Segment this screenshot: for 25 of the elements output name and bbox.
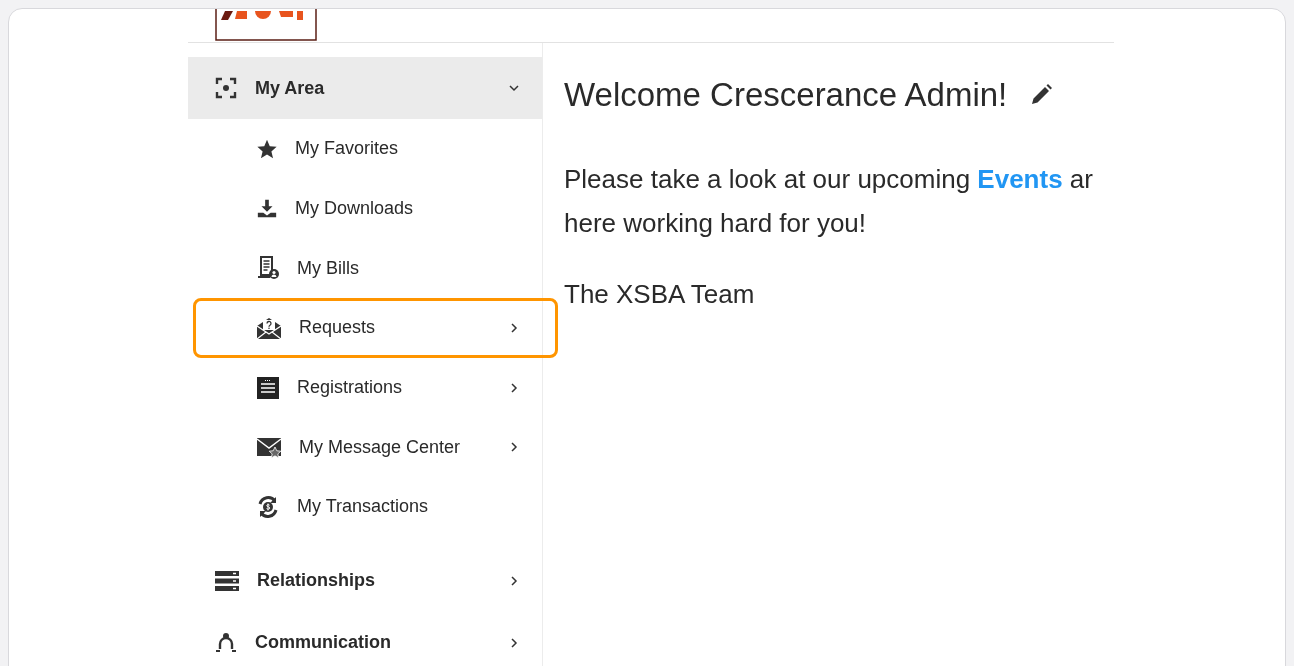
sidebar-item[interactable]: My Favorites bbox=[193, 119, 558, 179]
edit-icon[interactable] bbox=[1029, 83, 1054, 107]
server-icon bbox=[214, 569, 240, 592]
people-icon bbox=[214, 630, 238, 655]
sidebar-section[interactable]: My Area bbox=[188, 57, 542, 119]
signature: The XSBA Team bbox=[564, 278, 756, 311]
welcome-paragraph: Please take a look at our upcoming Events ar here working hard for you! bbox=[564, 163, 1094, 240]
sidebar-item[interactable]: My Downloads bbox=[193, 178, 558, 239]
list-icon bbox=[256, 375, 280, 400]
envelope-icon bbox=[256, 315, 282, 340]
chevron-right-icon bbox=[508, 574, 520, 587]
sidebar-section[interactable]: Communication bbox=[188, 611, 542, 666]
chevron-down-icon bbox=[508, 82, 520, 94]
download-icon bbox=[256, 197, 278, 220]
sidebar-item[interactable]: Registrations bbox=[193, 357, 558, 418]
sidebar-item[interactable]: My Bills bbox=[193, 238, 558, 299]
focus-icon bbox=[214, 76, 238, 100]
chevron-right-icon bbox=[508, 636, 520, 649]
sidebar-item[interactable]: My Message Center bbox=[193, 417, 558, 478]
money-cycle-icon bbox=[256, 494, 280, 519]
bill-icon bbox=[256, 256, 280, 281]
sidebar-item[interactable]: Requests bbox=[193, 298, 558, 358]
welcome-heading: Welcome Crescerance Admin! bbox=[564, 75, 1008, 115]
sidebar-item[interactable]: My Transactions bbox=[193, 477, 558, 537]
sidebar-section[interactable]: Relationships bbox=[188, 549, 542, 612]
